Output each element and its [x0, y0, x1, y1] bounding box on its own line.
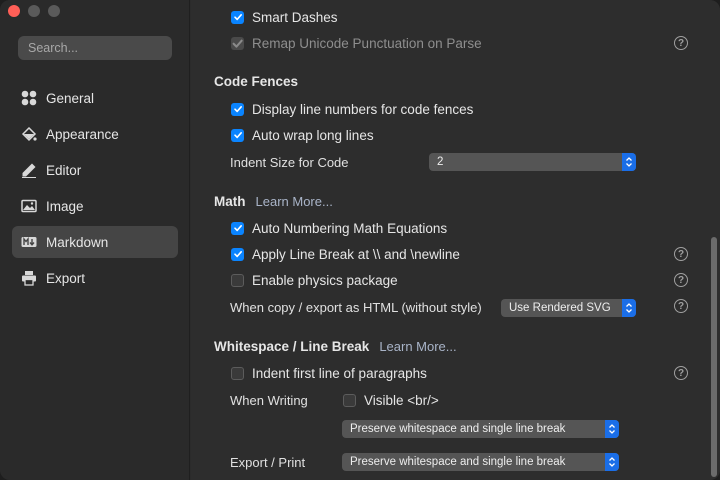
auto-numbering-checkbox[interactable]	[231, 221, 244, 235]
sidebar-item-label: Editor	[46, 162, 82, 178]
auto-wrap-label: Auto wrap long lines	[252, 127, 374, 143]
copy-export-value: Use Rendered SVG	[509, 302, 611, 314]
indent-first-option[interactable]: Indent first line of paragraphs	[191, 362, 711, 384]
updown-chevron-icon	[605, 453, 619, 471]
visible-br-checkbox[interactable]	[343, 393, 356, 407]
indent-size-value: 2	[437, 156, 444, 168]
export-print-value: Preserve whitespace and single line brea…	[350, 456, 566, 468]
smart-dashes-label: Smart Dashes	[252, 9, 338, 25]
physics-label: Enable physics package	[252, 272, 398, 288]
auto-numbering-label: Auto Numbering Math Equations	[252, 220, 448, 236]
remap-unicode-label: Remap Unicode Punctuation on Parse	[252, 35, 482, 51]
math-learn-more-link[interactable]: Learn More...	[256, 194, 333, 209]
export-print-label: Export / Print	[230, 455, 306, 470]
image-icon	[20, 197, 38, 215]
markdown-settings-panel: Smart Dashes Remap Unicode Punctuation o…	[191, 0, 720, 480]
math-title: Math	[214, 194, 246, 209]
line-numbers-option[interactable]: Display line numbers for code fences	[191, 98, 711, 120]
sidebar-item-label: Markdown	[46, 234, 109, 250]
line-numbers-label: Display line numbers for code fences	[252, 101, 474, 117]
remap-unicode-option: Remap Unicode Punctuation on Parse	[191, 32, 711, 54]
indent-size-label: Indent Size for Code	[230, 155, 349, 170]
vertical-scrollbar[interactable]	[711, 237, 717, 477]
search-input[interactable]: Search...	[18, 36, 172, 60]
copy-export-select[interactable]: Use Rendered SVG	[501, 299, 636, 317]
auto-wrap-checkbox[interactable]	[231, 128, 244, 142]
sidebar-item-general[interactable]: General	[12, 82, 178, 114]
indent-first-label: Indent first line of paragraphs	[252, 365, 427, 381]
sidebar-item-label: Image	[46, 198, 84, 214]
whitespace-title: Whitespace / Line Break	[214, 339, 370, 354]
line-numbers-checkbox[interactable]	[231, 102, 244, 116]
remap-unicode-checkbox	[231, 36, 244, 50]
sidebar: Search... General Appearance Editor Imag…	[0, 0, 190, 480]
updown-chevron-icon	[622, 153, 636, 171]
markdown-icon	[20, 233, 38, 251]
physics-checkbox[interactable]	[231, 273, 244, 287]
sidebar-nav: General Appearance Editor Image Markdown…	[12, 82, 178, 298]
when-writing-value: Preserve whitespace and single line brea…	[350, 423, 566, 435]
minimize-window-button[interactable]	[28, 5, 40, 17]
updown-chevron-icon	[605, 420, 619, 438]
help-icon[interactable]: ?	[674, 273, 688, 287]
physics-option[interactable]: Enable physics package	[191, 269, 711, 291]
sidebar-item-label: Export	[46, 270, 86, 286]
pencil-icon	[20, 161, 38, 179]
help-icon[interactable]: ?	[674, 366, 688, 380]
smart-dashes-option[interactable]: Smart Dashes	[191, 6, 711, 28]
indent-first-checkbox[interactable]	[231, 366, 244, 380]
indent-size-select[interactable]: 2	[429, 153, 636, 171]
help-icon[interactable]: ?	[674, 36, 688, 50]
sidebar-item-export[interactable]: Export	[12, 262, 178, 294]
help-icon[interactable]: ?	[674, 299, 688, 313]
when-writing-label: When Writing	[230, 393, 308, 408]
line-break-checkbox[interactable]	[231, 247, 244, 261]
smart-dashes-checkbox[interactable]	[231, 10, 244, 24]
whitespace-learn-more-link[interactable]: Learn More...	[379, 339, 456, 354]
copy-export-label: When copy / export as HTML (without styl…	[230, 300, 482, 315]
code-fences-heading: Code Fences	[214, 74, 298, 89]
close-window-button[interactable]	[8, 5, 20, 17]
window-controls	[8, 5, 60, 17]
math-heading: Math Learn More...	[214, 194, 333, 209]
sidebar-item-image[interactable]: Image	[12, 190, 178, 222]
preferences-window: Search... General Appearance Editor Imag…	[0, 0, 720, 480]
export-print-select[interactable]: Preserve whitespace and single line brea…	[342, 453, 619, 471]
sidebar-item-editor[interactable]: Editor	[12, 154, 178, 186]
when-writing-select[interactable]: Preserve whitespace and single line brea…	[342, 420, 619, 438]
visible-br-label: Visible <br/>	[364, 392, 439, 408]
sidebar-item-label: Appearance	[46, 126, 119, 142]
whitespace-heading: Whitespace / Line Break Learn More...	[214, 339, 457, 354]
printer-icon	[20, 269, 38, 287]
sidebar-item-label: General	[46, 90, 95, 106]
search-placeholder: Search...	[28, 41, 79, 55]
paint-bucket-icon	[20, 125, 38, 143]
help-icon[interactable]: ?	[674, 247, 688, 261]
updown-chevron-icon	[622, 299, 636, 317]
auto-numbering-option[interactable]: Auto Numbering Math Equations	[191, 217, 711, 239]
line-break-label: Apply Line Break at \\ and \newline	[252, 246, 460, 262]
zoom-window-button[interactable]	[48, 5, 60, 17]
visible-br-option[interactable]: Visible <br/>	[343, 389, 543, 411]
sidebar-item-appearance[interactable]: Appearance	[12, 118, 178, 150]
code-fences-title: Code Fences	[214, 74, 299, 89]
sidebar-item-markdown[interactable]: Markdown	[12, 226, 178, 258]
auto-wrap-option[interactable]: Auto wrap long lines	[191, 124, 711, 146]
line-break-option[interactable]: Apply Line Break at \\ and \newline	[191, 243, 711, 265]
grid-icon	[20, 89, 38, 107]
